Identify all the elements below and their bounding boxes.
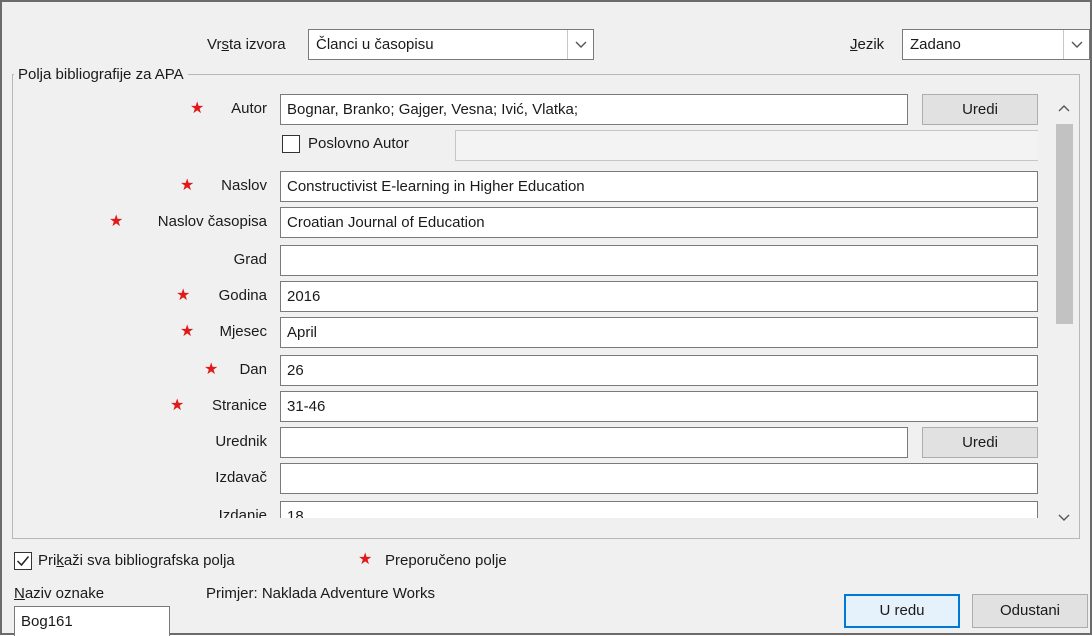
fields-scrollbar[interactable] (1052, 92, 1076, 532)
checkmark-icon (16, 556, 30, 567)
source-dialog: Vrsta izvora Članci u časopisu Jezik Zad… (0, 0, 1092, 636)
city-label: Grad (233, 251, 267, 268)
chevron-down-icon[interactable] (1063, 30, 1089, 59)
language-select[interactable]: Zadano (902, 29, 1090, 60)
language-label: Jezik (850, 36, 885, 53)
month-field[interactable]: April (280, 317, 1038, 348)
pages-field[interactable]: 31-46 (280, 391, 1038, 422)
corporate-author-checkbox[interactable] (282, 135, 300, 153)
edit-author-button[interactable]: Uredi (922, 94, 1038, 125)
edition-label: Izdanje (218, 507, 267, 518)
recommended-field-label: Preporučeno polje (385, 552, 507, 569)
author-label: Autor (231, 100, 267, 117)
scrollbar-thumb[interactable] (1056, 124, 1073, 324)
chevron-up-icon[interactable] (1052, 96, 1076, 120)
chevron-down-icon[interactable] (1052, 506, 1076, 530)
ok-button[interactable]: U redu (844, 594, 960, 628)
fields-scroll-region: ★ Autor Bognar, Branko; Gajger, Vesna; I… (14, 90, 1038, 518)
editor-field[interactable] (280, 427, 908, 458)
show-all-fields-checkbox[interactable] (14, 552, 32, 570)
month-label: Mjesec (219, 323, 267, 340)
example-text: Primjer: Naklada Adventure Works (206, 585, 435, 602)
day-label: Dan (239, 361, 267, 378)
language-value: Zadano (910, 35, 961, 53)
year-field[interactable]: 2016 (280, 281, 1038, 312)
tag-name-label: Naziv oznake (14, 585, 105, 602)
edition-field[interactable]: 18 (280, 501, 1038, 518)
title-field[interactable]: Constructivist E-learning in Higher Educ… (280, 171, 1038, 202)
pages-label: Stranice (211, 397, 267, 414)
source-type-select[interactable]: Članci u časopisu (308, 29, 594, 60)
cancel-button[interactable]: Odustani (972, 594, 1088, 628)
source-type-value: Članci u časopisu (316, 35, 434, 53)
corporate-author-field (455, 130, 1038, 161)
editor-label: Urednik (215, 433, 267, 450)
group-title: Polja bibliografije za APA (14, 65, 188, 85)
journal-label: Naslov časopisa (157, 213, 267, 230)
publisher-field[interactable] (280, 463, 1038, 494)
city-field[interactable] (280, 245, 1038, 276)
corporate-author-label: Poslovno Autor (308, 135, 409, 152)
edit-editor-button[interactable]: Uredi (922, 427, 1038, 458)
day-field[interactable]: 26 (280, 355, 1038, 386)
year-label: Godina (218, 287, 267, 304)
title-label: Naslov (221, 177, 267, 194)
source-type-label: Vrsta izvora (207, 36, 286, 53)
chevron-down-icon[interactable] (567, 30, 593, 59)
journal-field[interactable]: Croatian Journal of Education (280, 207, 1038, 238)
publisher-label: Izdavač (215, 469, 267, 486)
tag-name-field[interactable]: Bog161 (14, 606, 170, 636)
required-star-icon: ★ (358, 551, 373, 568)
author-field[interactable]: Bognar, Branko; Gajger, Vesna; Ivić, Vla… (280, 94, 908, 125)
show-all-fields-label: Prikaži sva bibliografska polja (38, 552, 235, 569)
